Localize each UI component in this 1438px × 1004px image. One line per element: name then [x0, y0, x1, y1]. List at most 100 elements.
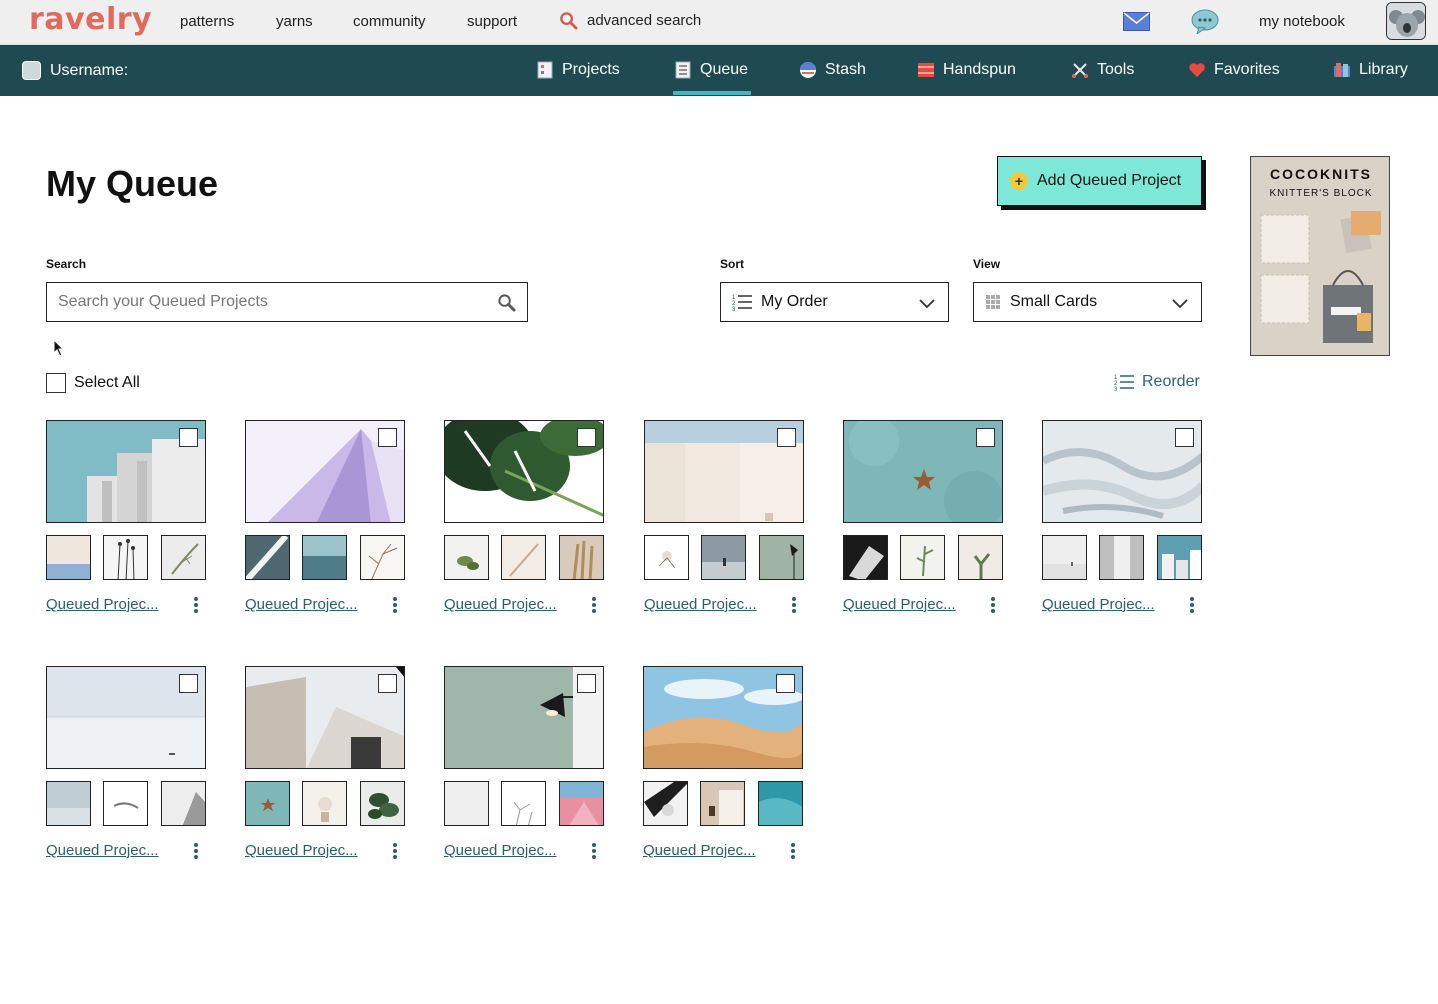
photo-thumbnail[interactable] — [444, 781, 489, 826]
search-field[interactable] — [46, 282, 528, 322]
photo-thumbnail[interactable] — [302, 781, 347, 826]
user-avatar[interactable] — [1386, 2, 1426, 40]
photo-thumbnail[interactable] — [302, 535, 347, 580]
card-checkbox[interactable] — [976, 428, 995, 447]
more-options-icon[interactable] — [193, 843, 199, 859]
photo-thumbnail[interactable] — [758, 781, 803, 826]
photo-thumbnail[interactable] — [1099, 535, 1144, 580]
username-label: Username: — [50, 61, 129, 79]
advertisement-banner[interactable]: COCOKNITS KNITTER'S BLOCK — [1250, 156, 1390, 356]
project-title-link[interactable]: Queued Projec... — [245, 596, 358, 613]
tab-projects-label: Projects — [562, 61, 620, 78]
more-options-icon[interactable] — [790, 843, 796, 859]
photo-thumbnail[interactable] — [103, 781, 148, 826]
photo-thumbnail[interactable] — [103, 535, 148, 580]
reorder-button[interactable]: 1 2 3 Reorder — [1114, 373, 1200, 391]
photo-thumbnail[interactable] — [444, 535, 489, 580]
photo-thumbnail[interactable] — [501, 781, 546, 826]
photo-thumbnail[interactable] — [46, 535, 91, 580]
project-title-link[interactable]: Queued Projec... — [643, 842, 756, 859]
select-all-control[interactable]: Select All — [46, 373, 140, 393]
project-title-link[interactable]: Queued Projec... — [46, 842, 159, 859]
photo-thumbnail[interactable] — [643, 781, 688, 826]
photo-thumbnail[interactable] — [1157, 535, 1202, 580]
card-checkbox[interactable] — [577, 428, 596, 447]
photo-thumbnail[interactable] — [360, 535, 405, 580]
grid-icon — [986, 295, 1000, 309]
tab-tools-label: Tools — [1097, 61, 1135, 78]
select-all-checkbox[interactable] — [46, 373, 66, 393]
photo-thumbnail[interactable] — [958, 535, 1003, 580]
project-title-link[interactable]: Queued Projec... — [245, 842, 358, 859]
ravelry-logo[interactable]: ravelry — [29, 2, 152, 37]
photo-thumbnail[interactable] — [46, 781, 91, 826]
mouse-cursor-icon — [53, 339, 65, 357]
svg-text:3: 3 — [732, 307, 736, 311]
tab-library[interactable]: Library — [1333, 61, 1408, 79]
photo-thumbnail[interactable] — [245, 535, 290, 580]
photo-thumbnail[interactable] — [843, 535, 888, 580]
project-title-link[interactable]: Queued Projec... — [1042, 596, 1155, 613]
photo-thumbnail[interactable] — [701, 535, 746, 580]
photo-thumbnail[interactable] — [759, 535, 804, 580]
card-checkbox[interactable] — [777, 428, 796, 447]
project-title-link[interactable]: Queued Projec... — [444, 596, 557, 613]
tab-tools[interactable]: Tools — [1071, 61, 1134, 79]
nav-yarns[interactable]: yarns — [276, 13, 313, 30]
project-title-link[interactable]: Queued Projec... — [46, 596, 159, 613]
more-options-icon[interactable] — [193, 597, 199, 613]
photo-thumbnail[interactable] — [245, 781, 290, 826]
mail-icon[interactable] — [1123, 12, 1150, 31]
username-link[interactable]: Username: — [22, 61, 128, 80]
more-options-icon[interactable] — [791, 597, 797, 613]
advanced-search-link[interactable]: advanced search — [559, 11, 701, 30]
card-checkbox[interactable] — [179, 428, 198, 447]
card-checkbox[interactable] — [776, 674, 795, 693]
photo-thumbnail[interactable] — [1042, 535, 1087, 580]
active-tab-indicator — [673, 91, 751, 95]
tab-projects[interactable]: Projects — [536, 61, 620, 79]
project-title-link[interactable]: Queued Projec... — [644, 596, 757, 613]
tab-queue[interactable]: Queue — [674, 61, 748, 79]
reorder-label: Reorder — [1142, 373, 1200, 390]
nav-patterns[interactable]: patterns — [180, 13, 234, 30]
card-checkbox[interactable] — [1175, 428, 1194, 447]
card-checkbox[interactable] — [378, 674, 397, 693]
card-checkbox[interactable] — [577, 674, 596, 693]
sort-select[interactable]: 1 2 3 My Order — [720, 282, 949, 322]
sort-label: Sort — [720, 257, 744, 271]
my-notebook-link[interactable]: my notebook — [1259, 13, 1345, 30]
tab-handspun[interactable]: Handspun — [917, 61, 1016, 79]
card-checkbox[interactable] — [179, 674, 198, 693]
photo-thumbnail[interactable] — [161, 535, 206, 580]
photo-thumbnail[interactable] — [559, 535, 604, 580]
more-options-icon[interactable] — [392, 843, 398, 859]
more-options-icon[interactable] — [392, 597, 398, 613]
photo-thumbnail[interactable] — [501, 535, 546, 580]
tab-stash[interactable]: Stash — [799, 61, 866, 79]
sort-value: My Order — [761, 293, 828, 310]
more-options-icon[interactable] — [990, 597, 996, 613]
photo-thumbnail[interactable] — [644, 535, 689, 580]
search-input[interactable] — [58, 293, 478, 311]
more-options-icon[interactable] — [1189, 597, 1195, 613]
photo-thumbnail[interactable] — [900, 535, 945, 580]
photo-thumbnail[interactable] — [559, 781, 604, 826]
photo-thumbnail[interactable] — [700, 781, 745, 826]
magnifier-icon[interactable] — [497, 293, 516, 312]
project-title-link[interactable]: Queued Projec... — [843, 596, 956, 613]
photo-thumbnail[interactable] — [161, 781, 206, 826]
nav-support[interactable]: support — [467, 13, 517, 30]
numbered-list-icon: 1 2 3 — [1114, 375, 1134, 391]
more-options-icon[interactable] — [591, 597, 597, 613]
tab-favorites[interactable]: Favorites — [1188, 61, 1280, 79]
project-title-link[interactable]: Queued Projec... — [444, 842, 557, 859]
tools-icon — [1072, 63, 1088, 78]
more-options-icon[interactable] — [591, 843, 597, 859]
view-select[interactable]: Small Cards — [973, 282, 1202, 322]
photo-thumbnail[interactable] — [360, 781, 405, 826]
forums-chat-icon[interactable] — [1191, 9, 1219, 34]
card-checkbox[interactable] — [378, 428, 397, 447]
add-queued-project-button[interactable]: + Add Queued Project — [997, 156, 1202, 206]
nav-community[interactable]: community — [353, 13, 426, 30]
